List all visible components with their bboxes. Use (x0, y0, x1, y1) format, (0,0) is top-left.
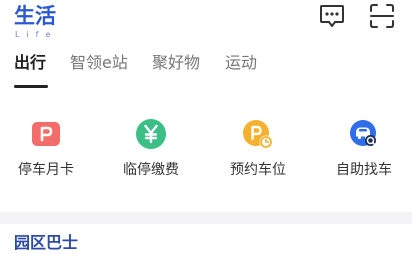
active-tab-indicator (14, 85, 48, 88)
message-icon[interactable] (318, 2, 346, 30)
section-title: 园区巴士 (14, 233, 79, 252)
tab-sports[interactable]: 运动 (225, 52, 257, 74)
brand: 生活 Life (14, 3, 57, 40)
tab-good-stuff[interactable]: 聚好物 (152, 52, 200, 74)
service-label: 预约车位 (230, 162, 286, 178)
tab-travel[interactable]: 出行 (14, 52, 46, 74)
service-temp-parking-fee[interactable]: 临停缴费 (109, 118, 193, 179)
yuan-icon (136, 119, 166, 149)
parking-reserve-icon (243, 120, 273, 149)
life-page: 生活 Life 出行 智领e站 聚好物 运动 停车月卡 临停缴费 预约车位 自助… (0, 0, 412, 254)
header: 生活 Life (0, 0, 412, 44)
find-car-icon (350, 120, 376, 146)
section-divider (0, 212, 412, 224)
service-grid: 停车月卡 临停缴费 预约车位 自助找车 (0, 118, 412, 188)
service-label: 自助找车 (336, 162, 392, 178)
tab-smart-station[interactable]: 智领e站 (70, 52, 128, 74)
parking-card-icon (32, 122, 60, 146)
service-label: 停车月卡 (18, 162, 74, 178)
service-label: 临停缴费 (123, 162, 179, 178)
service-find-car[interactable]: 自助找车 (322, 118, 406, 179)
service-reserve-space[interactable]: 预约车位 (216, 118, 300, 179)
page-subtitle: Life (15, 30, 58, 39)
campus-bus-section: 园区巴士 (0, 224, 412, 254)
service-parking-card[interactable]: 停车月卡 (4, 118, 88, 179)
page-title: 生活 (14, 4, 56, 28)
tab-bar: 出行 智领e站 聚好物 运动 (0, 50, 412, 88)
scan-icon[interactable] (368, 2, 396, 30)
